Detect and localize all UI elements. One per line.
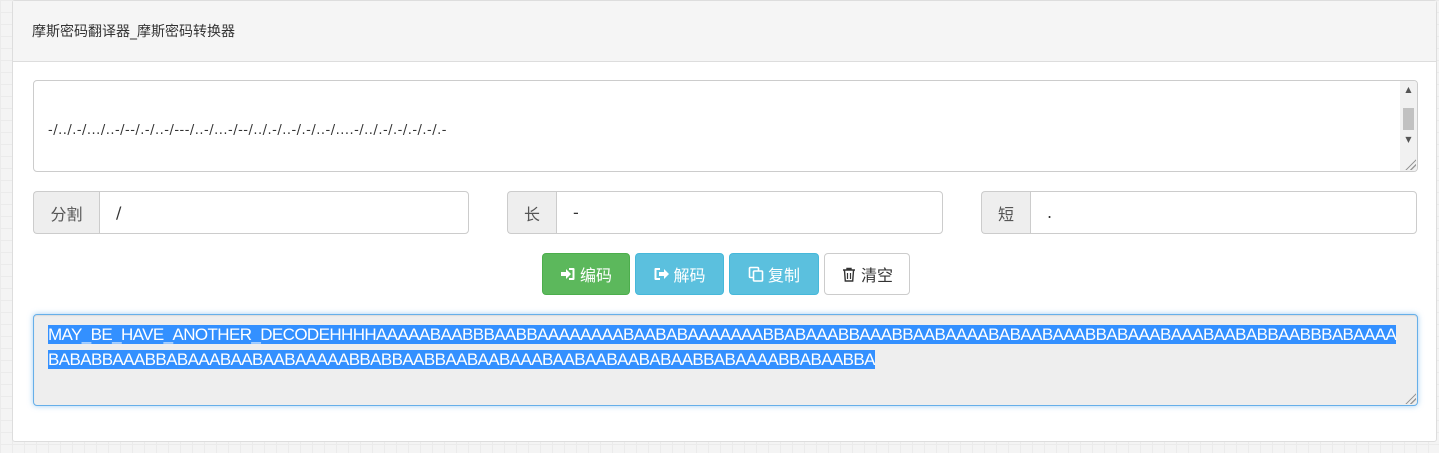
separator-group: 分割 / bbox=[33, 191, 469, 234]
separator-label: 分割 bbox=[33, 191, 99, 234]
decode-button[interactable]: 解码 bbox=[635, 253, 724, 295]
clear-label: 清空 bbox=[860, 266, 893, 285]
output-textarea[interactable]: MAY_BE_HAVE_ANOTHER_DECODEHHHHAAAAABAABB… bbox=[33, 314, 1418, 406]
long-label: 长 bbox=[507, 191, 556, 234]
separator-input[interactable]: / bbox=[99, 191, 469, 234]
copy-icon bbox=[748, 266, 764, 282]
clear-button[interactable]: 清空 bbox=[824, 253, 910, 295]
short-group: 短 . bbox=[981, 191, 1417, 234]
encode-button[interactable]: 编码 bbox=[542, 253, 630, 295]
morse-input-text: -/../.-/.../..-/--/.-/..-/---/..-/...-/-… bbox=[48, 81, 1395, 171]
scroll-up-arrow-icon[interactable]: ▲ bbox=[1400, 81, 1417, 98]
selected-output-text: MAY_BE_HAVE_ANOTHER_DECODEHHHHAAAAABAABB… bbox=[48, 325, 1397, 369]
sign-in-icon bbox=[560, 266, 576, 282]
output-resize-handle-icon[interactable] bbox=[1404, 392, 1416, 404]
short-input[interactable]: . bbox=[1030, 191, 1417, 234]
encode-label: 编码 bbox=[579, 266, 612, 285]
scroll-down-arrow-icon[interactable]: ▼ bbox=[1400, 131, 1417, 148]
converter-panel: 摩斯密码翻译器_摩斯密码转换器 -/../.-/.../..-/--/.-/..… bbox=[12, 0, 1437, 442]
long-input[interactable]: - bbox=[556, 191, 943, 234]
morse-line: -/../.-/.../..-/--/.-/..-/---/..-/...-/-… bbox=[48, 123, 447, 138]
page-title: 摩斯密码翻译器_摩斯密码转换器 bbox=[13, 1, 1436, 62]
decode-label: 解码 bbox=[673, 266, 706, 285]
action-buttons: 编码 解码 复制 清空 bbox=[542, 253, 910, 295]
output-text: MAY_BE_HAVE_ANOTHER_DECODEHHHHAAAAABAABB… bbox=[48, 322, 1403, 372]
sign-out-icon bbox=[653, 266, 669, 282]
trash-icon bbox=[841, 266, 857, 282]
morse-input-textarea[interactable]: -/../.-/.../..-/--/.-/..-/---/..-/...-/-… bbox=[33, 80, 1418, 172]
long-group: 长 - bbox=[507, 191, 943, 234]
copy-label: 复制 bbox=[767, 266, 800, 285]
scroll-thumb[interactable] bbox=[1403, 108, 1414, 130]
copy-button[interactable]: 复制 bbox=[729, 253, 819, 295]
short-label: 短 bbox=[981, 191, 1030, 234]
resize-handle-icon[interactable] bbox=[1404, 158, 1416, 170]
